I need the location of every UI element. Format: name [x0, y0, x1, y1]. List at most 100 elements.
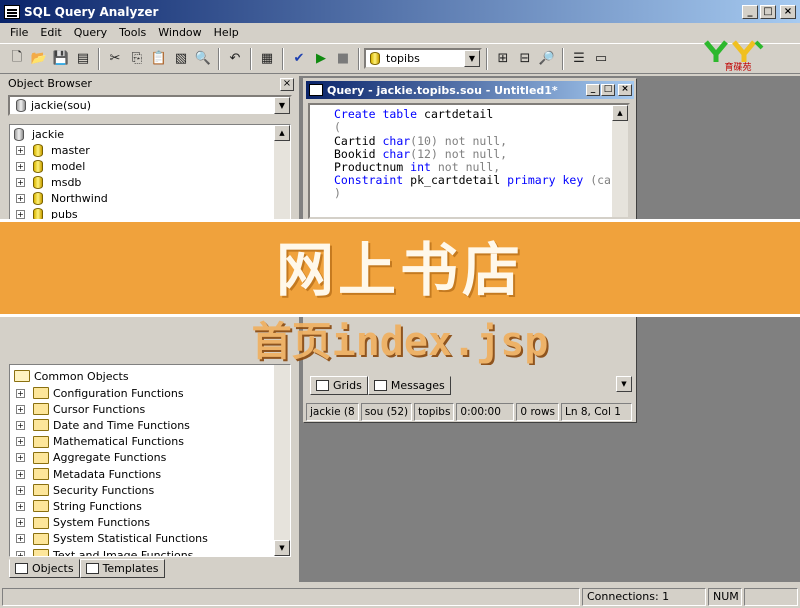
query-minimize-button[interactable]: _ [586, 84, 600, 96]
code-identifier: cartdetail [417, 107, 494, 121]
expand-icon[interactable]: + [16, 209, 25, 219]
menu-edit[interactable]: Edit [34, 26, 67, 39]
database-select[interactable]: topibs ▼ [364, 48, 482, 69]
object-browser-toggle-icon[interactable]: ⊟ [514, 48, 536, 70]
tree-item-server[interactable]: jackie [14, 126, 64, 142]
chevron-down-icon[interactable]: ▼ [274, 97, 290, 114]
show-execution-plan-icon[interactable]: ⊞ [492, 48, 514, 70]
scroll-up-icon[interactable]: ▲ [612, 105, 628, 121]
close-icon[interactable]: × [280, 78, 294, 91]
editor-scrollbar[interactable]: ▲ [612, 105, 628, 217]
scroll-up-icon[interactable]: ▲ [274, 125, 290, 141]
menu-file[interactable]: File [4, 26, 34, 39]
query-window-title-bar: Query - jackie.topibs.sou - Untitled1* _… [306, 81, 634, 99]
database-icon [33, 143, 43, 157]
tree-item-function-folder[interactable]: + Aggregate Functions [16, 450, 166, 466]
expand-icon[interactable]: + [16, 550, 25, 556]
folder-icon [33, 516, 49, 529]
tree-item-label: System Statistical Functions [53, 532, 208, 546]
insert-template-icon[interactable]: ▤ [72, 48, 94, 70]
tree-scrollbar[interactable]: ▲ [274, 125, 290, 219]
cut-icon[interactable]: ✂ [104, 48, 126, 70]
parse-query-icon[interactable]: ✔ [288, 48, 310, 70]
database-icon [370, 52, 380, 65]
expand-icon[interactable]: + [16, 388, 25, 398]
tab-messages[interactable]: Messages [367, 376, 451, 395]
window-title-bar: SQL Query Analyzer _ □ × [0, 0, 800, 23]
tree-item-function-folder[interactable]: + Metadata Functions [16, 466, 161, 482]
expand-icon[interactable]: + [16, 420, 25, 430]
query-window-icon[interactable] [309, 84, 323, 96]
object-tree-top[interactable]: jackie + master + model + msdb + Northwi… [9, 124, 291, 221]
code-line: Cartid char(10) not null, [334, 134, 507, 148]
execute-query-icon[interactable]: ▶ [310, 48, 332, 70]
tree-item-database[interactable]: + msdb [16, 174, 81, 190]
results-grid-icon[interactable]: ▦ [256, 48, 278, 70]
object-search-icon[interactable]: 🔎 [536, 48, 558, 70]
expand-icon[interactable]: + [16, 453, 25, 463]
tree-item-function-folder[interactable]: + Text and Image Functions [16, 547, 193, 556]
menu-bar: File Edit Query Tools Window Help [0, 23, 800, 42]
find-icon[interactable]: 🔍 [192, 48, 214, 70]
tree-item-database[interactable]: + master [16, 142, 90, 158]
tree-item-function-folder[interactable]: + Cursor Functions [16, 401, 145, 417]
undo-icon[interactable]: ↶ [224, 48, 246, 70]
tab-objects[interactable]: Objects [9, 559, 80, 578]
close-button[interactable]: × [780, 4, 796, 19]
expand-icon[interactable]: + [16, 501, 25, 511]
tree-item-function-folder[interactable]: + Configuration Functions [16, 385, 184, 401]
tree-item-function-folder[interactable]: + Date and Time Functions [16, 417, 190, 433]
tree-item-database[interactable]: + model [16, 158, 85, 174]
app-icon[interactable] [4, 4, 20, 19]
tree-item-label: master [51, 143, 90, 157]
current-connection-properties-icon[interactable]: ☰ [568, 48, 590, 70]
tree-item-label: String Functions [53, 499, 142, 513]
tree-item-database[interactable]: + Northwind [16, 190, 108, 206]
tree-item-common-objects[interactable]: Common Objects [14, 368, 129, 384]
tree-item-function-folder[interactable]: + String Functions [16, 498, 142, 514]
code-keyword: Create table [334, 107, 418, 121]
tree-item-function-folder[interactable]: + System Functions [16, 515, 150, 531]
expand-icon[interactable]: + [16, 485, 25, 495]
copy-icon[interactable]: ⎘ [126, 48, 148, 70]
cancel-query-icon[interactable]: ■ [332, 48, 354, 70]
menu-window[interactable]: Window [152, 26, 207, 39]
paste-icon[interactable]: 📋 [148, 48, 170, 70]
expand-icon[interactable]: + [16, 518, 25, 528]
query-maximize-button[interactable]: □ [601, 84, 615, 96]
expand-icon[interactable]: + [16, 437, 25, 447]
tree-item-function-folder[interactable]: + Security Functions [16, 482, 154, 498]
save-icon[interactable]: 💾 [50, 48, 72, 70]
menu-tools[interactable]: Tools [113, 26, 152, 39]
tree-scrollbar[interactable]: ▼ [274, 365, 290, 556]
folder-icon [33, 532, 49, 545]
tree-item-function-folder[interactable]: + Mathematical Functions [16, 434, 184, 450]
messages-icon [373, 380, 387, 391]
new-query-icon[interactable]: 🗋 [6, 48, 28, 70]
tab-templates[interactable]: Templates [79, 559, 165, 578]
expand-icon[interactable]: + [16, 177, 25, 187]
expand-icon[interactable]: + [16, 145, 25, 155]
expand-icon[interactable]: + [16, 193, 25, 203]
menu-help[interactable]: Help [208, 26, 245, 39]
show-results-pane-icon[interactable]: ▭ [590, 48, 612, 70]
server-select[interactable]: jackie(sou) ▼ [8, 95, 292, 116]
query-status-bar: jackie (8 sou (52) topibs 0:00:00 0 rows… [306, 403, 634, 421]
minimize-button[interactable]: _ [742, 4, 758, 19]
scroll-down-icon[interactable]: ▼ [274, 540, 290, 556]
expand-icon[interactable]: + [16, 161, 25, 171]
open-folder-icon[interactable]: 📂 [28, 48, 50, 70]
expand-icon[interactable]: + [16, 404, 25, 414]
expand-icon[interactable]: + [16, 534, 25, 544]
clear-window-icon[interactable]: ▧ [170, 48, 192, 70]
expand-icon[interactable]: + [16, 469, 25, 479]
maximize-button[interactable]: □ [760, 4, 776, 19]
sql-editor[interactable]: Create table cartdetail ( Cartid char(10… [308, 103, 630, 219]
tree-item-function-folder[interactable]: + System Statistical Functions [16, 531, 208, 547]
tab-grids[interactable]: Grids [310, 376, 368, 395]
query-close-button[interactable]: × [618, 84, 632, 96]
chevron-down-icon[interactable]: ▼ [464, 50, 480, 67]
object-tree-bottom[interactable]: Common Objects + Configuration Functions +… [9, 364, 291, 557]
scroll-down-icon[interactable]: ▼ [616, 376, 632, 392]
menu-query[interactable]: Query [68, 26, 113, 39]
